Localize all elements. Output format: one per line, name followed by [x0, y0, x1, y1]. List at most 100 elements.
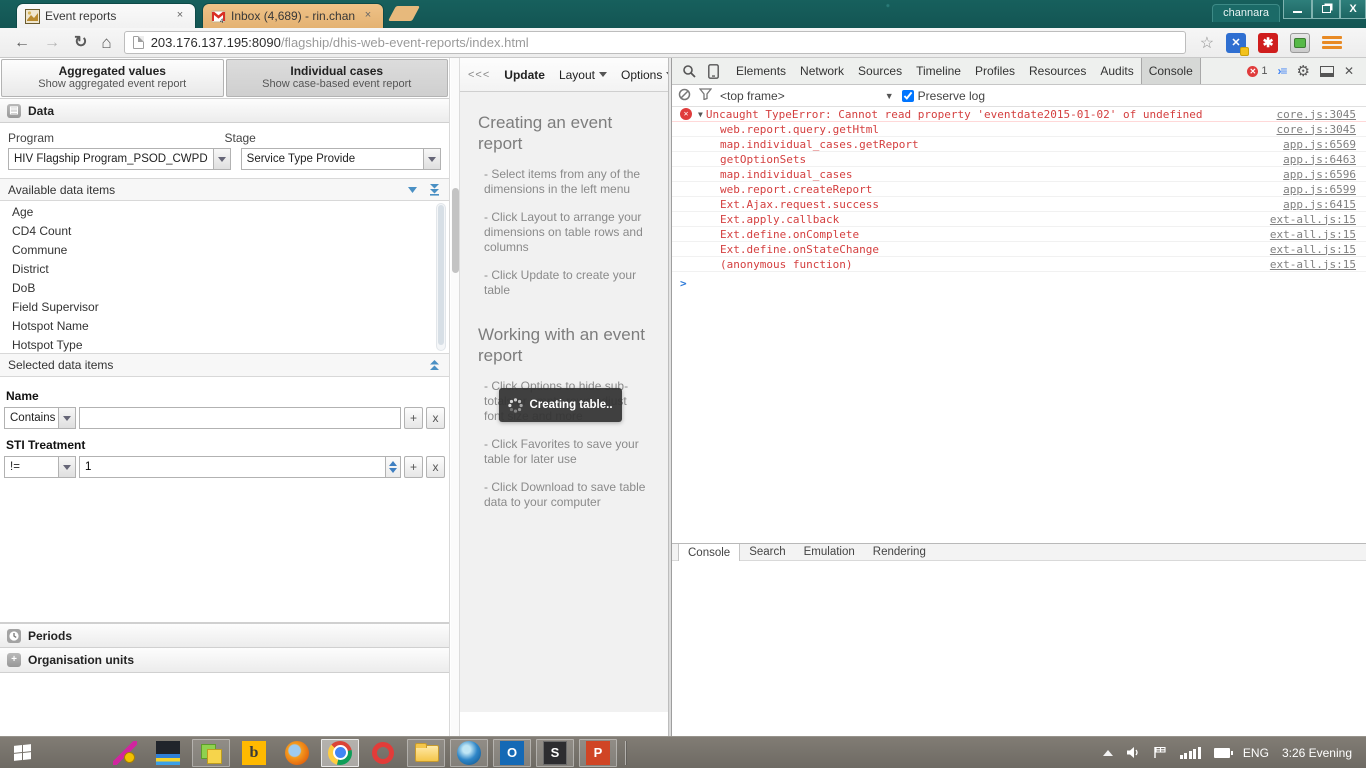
drawer-tab[interactable]: Emulation — [795, 544, 864, 560]
operator-select[interactable]: Contains — [4, 407, 76, 429]
device-mode-icon[interactable] — [708, 64, 719, 79]
devtools-tab[interactable]: Timeline — [909, 58, 968, 84]
expand-triangle-icon[interactable]: ▼ — [698, 110, 703, 119]
chevron-down-icon[interactable] — [58, 408, 75, 428]
drawer-tab[interactable]: Console — [678, 544, 740, 561]
devtools-tab[interactable]: Sources — [851, 58, 909, 84]
filter-icon[interactable] — [699, 88, 712, 103]
restore-button[interactable] — [1312, 0, 1340, 19]
frame-selector[interactable]: <top frame> ▼ — [720, 89, 894, 103]
source-link[interactable]: app.js:6569 — [1283, 138, 1356, 151]
remove-filter-button[interactable]: x — [426, 456, 445, 478]
devtools-tab[interactable]: Audits — [1093, 58, 1140, 84]
devtools-tab[interactable]: Console — [1141, 58, 1201, 84]
available-data-item[interactable]: DoB — [0, 277, 449, 296]
devtools-tab[interactable]: Elements — [729, 58, 793, 84]
devtools-tab[interactable]: Network — [793, 58, 851, 84]
add-filter-button[interactable]: + — [404, 456, 423, 478]
taskbar-app-icon[interactable]: S — [536, 739, 574, 767]
accordion-organisation-units[interactable]: + Organisation units — [0, 648, 449, 673]
extension-icon-downloader[interactable] — [1290, 33, 1310, 53]
accordion-data[interactable]: ▤ Data — [0, 98, 449, 123]
chevron-down-icon[interactable] — [213, 149, 230, 169]
remove-filter-button[interactable]: x — [426, 407, 445, 429]
devtools-tab[interactable]: Profiles — [968, 58, 1022, 84]
gear-icon[interactable]: ⚙ — [1296, 62, 1309, 80]
move-all-down-icon[interactable] — [428, 183, 441, 196]
error-count-badge[interactable]: ✕ 1 — [1247, 65, 1267, 77]
taskbar-app-icon[interactable] — [321, 739, 359, 767]
drawer-tab[interactable]: Rendering — [864, 544, 935, 560]
extension-icon-asterisk[interactable]: ✱ — [1258, 33, 1278, 53]
list-scrollbar[interactable] — [436, 203, 446, 351]
source-link[interactable]: ext-all.js:15 — [1270, 258, 1356, 271]
profile-button[interactable]: channara — [1212, 4, 1280, 22]
close-button[interactable]: X — [1340, 0, 1366, 19]
available-data-item[interactable]: Hotspot Type — [0, 334, 449, 353]
source-link[interactable]: app.js:6463 — [1283, 153, 1356, 166]
taskbar-app-icon[interactable] — [106, 739, 144, 767]
tab-event-reports[interactable]: Event reports × — [16, 3, 196, 28]
source-link[interactable]: app.js:6415 — [1283, 198, 1356, 211]
filter-value-input[interactable] — [80, 408, 400, 428]
taskbar-app-icon[interactable] — [278, 739, 316, 767]
available-data-item[interactable]: Age — [0, 201, 449, 220]
start-button[interactable] — [0, 737, 44, 768]
dock-side-icon[interactable] — [1320, 66, 1334, 77]
move-all-up-icon[interactable] — [428, 359, 441, 372]
home-button[interactable]: ⌂ — [101, 34, 111, 51]
available-data-item[interactable]: CD4 Count — [0, 220, 449, 239]
chevron-down-icon[interactable] — [58, 457, 75, 477]
forward-button[interactable]: → — [44, 35, 60, 51]
devtools-close-icon[interactable]: ✕ — [1344, 64, 1354, 78]
layout-button[interactable]: Layout — [559, 68, 607, 82]
devtools-tab[interactable]: Resources — [1022, 58, 1093, 84]
console-error-row[interactable]: ✕ ▼ Uncaught TypeError: Cannot read prop… — [672, 107, 1366, 122]
source-link[interactable]: core.js:3045 — [1277, 108, 1356, 121]
language-indicator[interactable]: ENG — [1243, 746, 1269, 760]
taskbar-app-icon[interactable] — [407, 739, 445, 767]
add-filter-button[interactable]: + — [404, 407, 423, 429]
inspect-element-icon[interactable] — [682, 64, 696, 78]
number-spinner[interactable] — [385, 457, 400, 477]
taskbar-app-icon[interactable] — [149, 739, 187, 767]
show-hidden-icons-button[interactable] — [1103, 745, 1113, 756]
extension-icon-blue[interactable]: ✕ — [1226, 33, 1246, 53]
reload-button[interactable]: ↻ — [74, 35, 87, 51]
source-link[interactable]: core.js:3045 — [1277, 123, 1356, 136]
filter-value-input[interactable] — [80, 457, 400, 477]
chevron-down-icon[interactable] — [423, 149, 440, 169]
available-data-item[interactable]: Field Supervisor — [0, 296, 449, 315]
battery-icon[interactable] — [1214, 748, 1230, 758]
page-icon[interactable] — [133, 36, 144, 49]
tab-close-icon[interactable]: × — [173, 9, 187, 23]
network-signal-icon[interactable] — [1180, 747, 1201, 759]
preserve-log-checkbox[interactable] — [902, 90, 914, 102]
new-tab-button[interactable] — [388, 6, 420, 21]
operator-select[interactable]: != — [4, 456, 76, 478]
clock[interactable]: 3:26 Evening — [1282, 746, 1352, 760]
console-drawer-toggle-icon[interactable]: ›≡ — [1277, 64, 1286, 78]
taskbar-app-icon[interactable]: O — [493, 739, 531, 767]
collapse-panel-button[interactable]: <<< — [468, 69, 490, 81]
accordion-periods[interactable]: Periods — [0, 623, 449, 648]
options-button[interactable]: Options — [621, 68, 674, 82]
program-select[interactable]: HIV Flagship Program_PSOD_CWPD — [8, 148, 231, 170]
tab-close-icon[interactable]: × — [361, 9, 375, 23]
available-data-item[interactable]: Commune — [0, 239, 449, 258]
individual-cases-button[interactable]: Individual cases Show case-based event r… — [226, 59, 449, 97]
available-data-item[interactable]: District — [0, 258, 449, 277]
taskbar-app-icon[interactable] — [450, 739, 488, 767]
drawer-tab[interactable]: Search — [740, 544, 794, 560]
taskbar-app-icon[interactable] — [364, 739, 402, 767]
taskbar-app-icon[interactable]: P — [579, 739, 617, 767]
preserve-log-option[interactable]: Preserve log — [902, 89, 985, 103]
update-button[interactable]: Update — [504, 68, 545, 82]
back-button[interactable]: ← — [14, 35, 30, 51]
source-link[interactable]: app.js:6599 — [1283, 183, 1356, 196]
panel-scrollbar[interactable] — [451, 58, 460, 736]
action-center-flag-icon[interactable] — [1153, 746, 1167, 759]
source-link[interactable]: ext-all.js:15 — [1270, 228, 1356, 241]
source-link[interactable]: ext-all.js:15 — [1270, 213, 1356, 226]
source-link[interactable]: app.js:6596 — [1283, 168, 1356, 181]
